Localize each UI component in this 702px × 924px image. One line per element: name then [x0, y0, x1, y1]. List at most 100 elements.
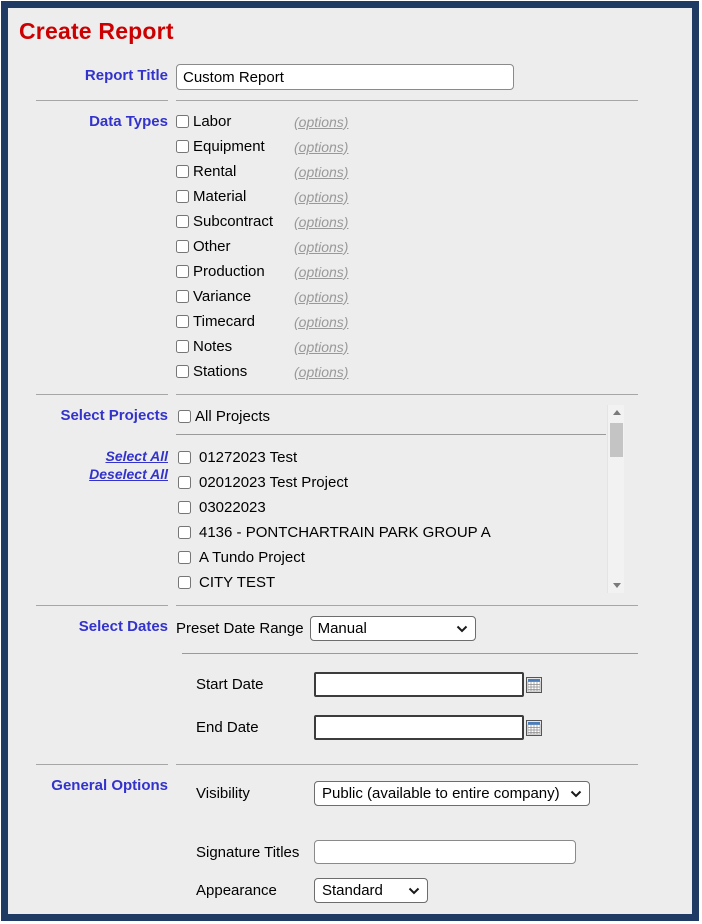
projects-list-box: All Projects 01272023 Test 02012023 Test…: [176, 405, 638, 595]
chevron-down-icon: [570, 790, 582, 798]
data-type-options-link[interactable]: (options): [294, 314, 348, 330]
data-type-row: Subcontract (options): [176, 209, 638, 234]
project-checkbox-label[interactable]: 02012023 Test Project: [176, 474, 348, 491]
project-checkbox-label[interactable]: A Tundo Project: [176, 549, 305, 566]
data-type-options-link[interactable]: (options): [294, 264, 348, 280]
data-type-checkbox[interactable]: [176, 240, 189, 253]
project-checkbox[interactable]: [178, 526, 191, 539]
preset-date-range-value: Manual: [317, 620, 367, 637]
data-type-checkbox[interactable]: [176, 115, 189, 128]
projects-divider: [176, 434, 606, 435]
section-general-options: General Options Visibility Public (avail…: [36, 764, 638, 914]
data-type-checkbox-label[interactable]: Subcontract: [176, 213, 294, 230]
data-type-checkbox[interactable]: [176, 365, 189, 378]
appearance-value: Standard: [322, 882, 383, 899]
data-type-options-link[interactable]: (options): [294, 164, 348, 180]
data-type-name: Equipment: [193, 138, 265, 155]
select-projects-label: Select Projects: [60, 407, 168, 424]
project-row: 03022023: [176, 495, 616, 520]
visibility-select[interactable]: Public (available to entire company): [314, 781, 590, 806]
project-row: 02012023 Test Project: [176, 470, 616, 495]
project-checkbox[interactable]: [178, 576, 191, 589]
select-dates-label: Select Dates: [78, 618, 168, 635]
projects-scrollbar[interactable]: [607, 405, 624, 593]
data-type-row: Notes (options): [176, 334, 638, 359]
data-type-checkbox[interactable]: [176, 190, 189, 203]
data-type-checkbox[interactable]: [176, 290, 189, 303]
data-type-checkbox-label[interactable]: Equipment: [176, 138, 294, 155]
data-type-checkbox-label[interactable]: Stations: [176, 363, 294, 380]
data-type-checkbox-label[interactable]: Timecard: [176, 313, 294, 330]
data-type-options-link[interactable]: (options): [294, 364, 348, 380]
project-name: CITY TEST: [199, 574, 276, 591]
section-actions: Preview Report Save Report Definition: [36, 919, 638, 921]
data-type-checkbox-label[interactable]: Other: [176, 238, 294, 255]
project-checkbox-label[interactable]: 4136 - PONTCHARTRAIN PARK GROUP A: [176, 524, 491, 541]
data-type-row: Rental (options): [176, 159, 638, 184]
end-date-label: End Date: [196, 719, 259, 736]
data-type-name: Labor: [193, 113, 232, 130]
project-checkbox[interactable]: [178, 551, 191, 564]
deselect-all-link[interactable]: Deselect All: [36, 465, 168, 483]
report-title-input[interactable]: [176, 64, 514, 90]
project-row: CITY TEST: [176, 570, 616, 595]
appearance-label: Appearance: [196, 882, 277, 899]
project-checkbox-label[interactable]: 03022023: [176, 499, 266, 516]
project-checkbox-label[interactable]: 01272023 Test: [176, 449, 297, 466]
preset-date-range-select[interactable]: Manual: [309, 616, 476, 641]
data-type-checkbox[interactable]: [176, 315, 189, 328]
section-data-types: Data Types Labor (options) Equipment (op…: [36, 100, 638, 394]
data-type-checkbox[interactable]: [176, 215, 189, 228]
data-type-name: Notes: [193, 338, 233, 355]
data-type-options-link[interactable]: (options): [294, 139, 348, 155]
project-checkbox[interactable]: [178, 476, 191, 489]
data-type-name: Rental: [193, 163, 237, 180]
scroll-up-icon[interactable]: [608, 405, 625, 420]
project-checkbox[interactable]: [178, 451, 191, 464]
signature-titles-input[interactable]: [314, 840, 576, 864]
data-type-checkbox-label[interactable]: Labor: [176, 113, 294, 130]
data-type-checkbox[interactable]: [176, 265, 189, 278]
data-type-options-link[interactable]: (options): [294, 114, 348, 130]
data-type-name: Timecard: [193, 313, 255, 330]
general-options-label: General Options: [51, 777, 168, 794]
calendar-icon[interactable]: [526, 719, 542, 736]
project-name: 03022023: [199, 499, 266, 516]
data-type-options-link[interactable]: (options): [294, 239, 348, 255]
data-type-name: Other: [193, 238, 231, 255]
data-types-label: Data Types: [89, 113, 168, 130]
data-type-checkbox[interactable]: [176, 140, 189, 153]
appearance-select[interactable]: Standard: [314, 878, 428, 903]
end-date-input[interactable]: [314, 715, 524, 740]
section-select-projects: Select Projects Select All Deselect All …: [36, 394, 638, 605]
data-type-options-link[interactable]: (options): [294, 339, 348, 355]
data-type-checkbox[interactable]: [176, 340, 189, 353]
page-title: Create Report: [19, 18, 174, 44]
project-name: 01272023 Test: [199, 449, 298, 466]
data-type-checkbox-label[interactable]: Variance: [176, 288, 294, 305]
data-type-checkbox-label[interactable]: Rental: [176, 163, 294, 180]
start-date-label: Start Date: [196, 676, 264, 693]
scroll-down-icon[interactable]: [608, 578, 625, 593]
data-type-options-link[interactable]: (options): [294, 289, 348, 305]
start-date-input[interactable]: [314, 672, 524, 697]
data-type-checkbox-label[interactable]: Notes: [176, 338, 294, 355]
data-type-options-link[interactable]: (options): [294, 214, 348, 230]
data-type-options-link[interactable]: (options): [294, 189, 348, 205]
visibility-label: Visibility: [196, 785, 250, 802]
project-checkbox-label[interactable]: CITY TEST: [176, 574, 275, 591]
data-type-row: Production (options): [176, 259, 638, 284]
project-name: 02012023 Test Project: [199, 474, 348, 491]
data-type-checkbox-label[interactable]: Production: [176, 263, 294, 280]
project-checkbox[interactable]: [178, 501, 191, 514]
dates-divider: [182, 653, 638, 654]
scrollbar-thumb[interactable]: [610, 423, 623, 457]
data-type-name: Stations: [193, 363, 248, 380]
calendar-icon[interactable]: [526, 676, 542, 693]
data-type-checkbox[interactable]: [176, 165, 189, 178]
project-row: A Tundo Project: [176, 545, 616, 570]
all-projects-checkbox-label[interactable]: All Projects: [176, 408, 270, 425]
data-type-checkbox-label[interactable]: Material: [176, 188, 294, 205]
all-projects-checkbox[interactable]: [178, 409, 191, 423]
select-all-link[interactable]: Select All: [36, 447, 168, 465]
